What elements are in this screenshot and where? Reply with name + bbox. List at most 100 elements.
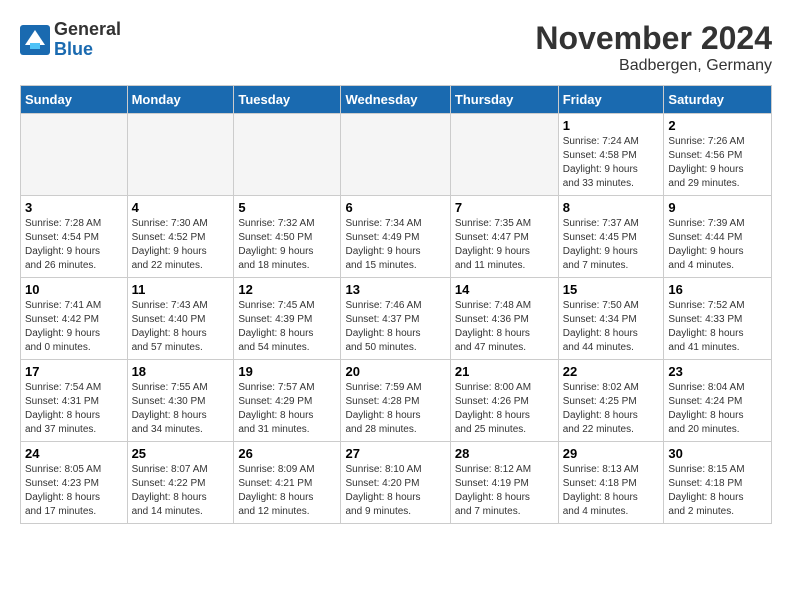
day-info: Sunrise: 7:50 AM Sunset: 4:34 PM Dayligh… <box>563 299 660 355</box>
day-info: Sunrise: 7:28 AM Sunset: 4:54 PM Dayligh… <box>25 217 123 273</box>
weekday-header-friday: Friday <box>558 86 664 114</box>
calendar-cell: 13 Sunrise: 7:46 AM Sunset: 4:37 PM Dayli… <box>341 278 450 360</box>
day-info: Sunrise: 7:26 AM Sunset: 4:56 PM Dayligh… <box>668 135 767 191</box>
day-number: 13 <box>345 282 445 297</box>
calendar-week-row: 17 Sunrise: 7:54 AM Sunset: 4:31 PM Dayli… <box>21 360 772 442</box>
day-info: Sunrise: 8:02 AM Sunset: 4:25 PM Dayligh… <box>563 381 660 437</box>
day-number: 7 <box>455 200 554 215</box>
day-number: 3 <box>25 200 123 215</box>
calendar-cell: 1Sunrise: 7:24 AM Sunset: 4:58 PM Daylig… <box>558 114 664 196</box>
calendar-table: SundayMondayTuesdayWednesdayThursdayFrid… <box>20 85 772 524</box>
calendar-cell <box>127 114 234 196</box>
day-info: Sunrise: 8:09 AM Sunset: 4:21 PM Dayligh… <box>238 463 336 519</box>
day-info: Sunrise: 8:00 AM Sunset: 4:26 PM Dayligh… <box>455 381 554 437</box>
day-number: 14 <box>455 282 554 297</box>
calendar-cell: 8 Sunrise: 7:37 AM Sunset: 4:45 PM Daylig… <box>558 196 664 278</box>
day-number: 4 <box>132 200 230 215</box>
day-info: Sunrise: 7:52 AM Sunset: 4:33 PM Dayligh… <box>668 299 767 355</box>
title-block: November 2024 Badbergen, Germany <box>535 20 772 75</box>
location: Badbergen, Germany <box>535 57 772 75</box>
weekday-header-row: SundayMondayTuesdayWednesdayThursdayFrid… <box>21 86 772 114</box>
calendar-week-row: 3 Sunrise: 7:28 AM Sunset: 4:54 PM Daylig… <box>21 196 772 278</box>
day-info: Sunrise: 7:59 AM Sunset: 4:28 PM Dayligh… <box>345 381 445 437</box>
day-info: Sunrise: 7:46 AM Sunset: 4:37 PM Dayligh… <box>345 299 445 355</box>
weekday-header-wednesday: Wednesday <box>341 86 450 114</box>
day-info: Sunrise: 7:57 AM Sunset: 4:29 PM Dayligh… <box>238 381 336 437</box>
calendar-cell: 12 Sunrise: 7:45 AM Sunset: 4:39 PM Dayli… <box>234 278 341 360</box>
calendar-cell: 29Sunrise: 8:13 AM Sunset: 4:18 PM Dayli… <box>558 442 664 524</box>
day-info: Sunrise: 8:12 AM Sunset: 4:19 PM Dayligh… <box>455 463 554 519</box>
day-number: 28 <box>455 446 554 461</box>
calendar-cell: 22 Sunrise: 8:02 AM Sunset: 4:25 PM Dayli… <box>558 360 664 442</box>
calendar-cell: 30Sunrise: 8:15 AM Sunset: 4:18 PM Dayli… <box>664 442 772 524</box>
calendar-cell: 21 Sunrise: 8:00 AM Sunset: 4:26 PM Dayli… <box>450 360 558 442</box>
calendar-cell: 26 Sunrise: 8:09 AM Sunset: 4:21 PM Dayli… <box>234 442 341 524</box>
day-number: 26 <box>238 446 336 461</box>
calendar-cell <box>450 114 558 196</box>
logo: General Blue <box>20 20 121 60</box>
day-number: 23 <box>668 364 767 379</box>
calendar-cell: 24 Sunrise: 8:05 AM Sunset: 4:23 PM Dayli… <box>21 442 128 524</box>
calendar-cell: 14Sunrise: 7:48 AM Sunset: 4:36 PM Dayli… <box>450 278 558 360</box>
day-number: 2 <box>668 118 767 133</box>
calendar-cell: 5 Sunrise: 7:32 AM Sunset: 4:50 PM Daylig… <box>234 196 341 278</box>
day-info: Sunrise: 8:07 AM Sunset: 4:22 PM Dayligh… <box>132 463 230 519</box>
day-info: Sunrise: 7:34 AM Sunset: 4:49 PM Dayligh… <box>345 217 445 273</box>
day-info: Sunrise: 7:39 AM Sunset: 4:44 PM Dayligh… <box>668 217 767 273</box>
day-info: Sunrise: 7:41 AM Sunset: 4:42 PM Dayligh… <box>25 299 123 355</box>
day-number: 19 <box>238 364 336 379</box>
day-number: 6 <box>345 200 445 215</box>
calendar-cell <box>21 114 128 196</box>
day-number: 27 <box>345 446 445 461</box>
calendar-cell: 18Sunrise: 7:55 AM Sunset: 4:30 PM Dayli… <box>127 360 234 442</box>
weekday-header-saturday: Saturday <box>664 86 772 114</box>
day-info: Sunrise: 7:30 AM Sunset: 4:52 PM Dayligh… <box>132 217 230 273</box>
day-number: 21 <box>455 364 554 379</box>
calendar-cell: 3 Sunrise: 7:28 AM Sunset: 4:54 PM Daylig… <box>21 196 128 278</box>
day-number: 15 <box>563 282 660 297</box>
day-number: 29 <box>563 446 660 461</box>
day-info: Sunrise: 7:37 AM Sunset: 4:45 PM Dayligh… <box>563 217 660 273</box>
day-number: 17 <box>25 364 123 379</box>
calendar-cell: 15 Sunrise: 7:50 AM Sunset: 4:34 PM Dayli… <box>558 278 664 360</box>
day-number: 16 <box>668 282 767 297</box>
day-number: 24 <box>25 446 123 461</box>
calendar-cell: 20Sunrise: 7:59 AM Sunset: 4:28 PM Dayli… <box>341 360 450 442</box>
day-info: Sunrise: 8:05 AM Sunset: 4:23 PM Dayligh… <box>25 463 123 519</box>
calendar-cell: 19 Sunrise: 7:57 AM Sunset: 4:29 PM Dayli… <box>234 360 341 442</box>
day-number: 8 <box>563 200 660 215</box>
day-info: Sunrise: 7:45 AM Sunset: 4:39 PM Dayligh… <box>238 299 336 355</box>
calendar-cell <box>234 114 341 196</box>
calendar-cell: 23 Sunrise: 8:04 AM Sunset: 4:24 PM Dayli… <box>664 360 772 442</box>
day-info: Sunrise: 7:32 AM Sunset: 4:50 PM Dayligh… <box>238 217 336 273</box>
calendar-cell: 27Sunrise: 8:10 AM Sunset: 4:20 PM Dayli… <box>341 442 450 524</box>
weekday-header-monday: Monday <box>127 86 234 114</box>
day-info: Sunrise: 7:43 AM Sunset: 4:40 PM Dayligh… <box>132 299 230 355</box>
day-number: 25 <box>132 446 230 461</box>
day-number: 12 <box>238 282 336 297</box>
calendar-cell: 7 Sunrise: 7:35 AM Sunset: 4:47 PM Daylig… <box>450 196 558 278</box>
day-number: 10 <box>25 282 123 297</box>
day-info: Sunrise: 7:35 AM Sunset: 4:47 PM Dayligh… <box>455 217 554 273</box>
weekday-header-tuesday: Tuesday <box>234 86 341 114</box>
day-info: Sunrise: 8:04 AM Sunset: 4:24 PM Dayligh… <box>668 381 767 437</box>
calendar-cell: 17 Sunrise: 7:54 AM Sunset: 4:31 PM Dayli… <box>21 360 128 442</box>
month-title: November 2024 <box>535 20 772 57</box>
day-number: 1 <box>563 118 660 133</box>
calendar-week-row: 10 Sunrise: 7:41 AM Sunset: 4:42 PM Dayli… <box>21 278 772 360</box>
day-number: 11 <box>132 282 230 297</box>
day-number: 22 <box>563 364 660 379</box>
day-number: 9 <box>668 200 767 215</box>
calendar-cell: 28 Sunrise: 8:12 AM Sunset: 4:19 PM Dayli… <box>450 442 558 524</box>
calendar-cell <box>341 114 450 196</box>
page-header: General Blue November 2024 Badbergen, Ge… <box>20 20 772 75</box>
day-number: 5 <box>238 200 336 215</box>
calendar-cell: 2 Sunrise: 7:26 AM Sunset: 4:56 PM Daylig… <box>664 114 772 196</box>
calendar-cell: 9 Sunrise: 7:39 AM Sunset: 4:44 PM Daylig… <box>664 196 772 278</box>
day-info: Sunrise: 7:54 AM Sunset: 4:31 PM Dayligh… <box>25 381 123 437</box>
calendar-cell: 25 Sunrise: 8:07 AM Sunset: 4:22 PM Dayli… <box>127 442 234 524</box>
weekday-header-thursday: Thursday <box>450 86 558 114</box>
calendar-cell: 6 Sunrise: 7:34 AM Sunset: 4:49 PM Daylig… <box>341 196 450 278</box>
calendar-week-row: 1Sunrise: 7:24 AM Sunset: 4:58 PM Daylig… <box>21 114 772 196</box>
calendar-cell: 11 Sunrise: 7:43 AM Sunset: 4:40 PM Dayli… <box>127 278 234 360</box>
